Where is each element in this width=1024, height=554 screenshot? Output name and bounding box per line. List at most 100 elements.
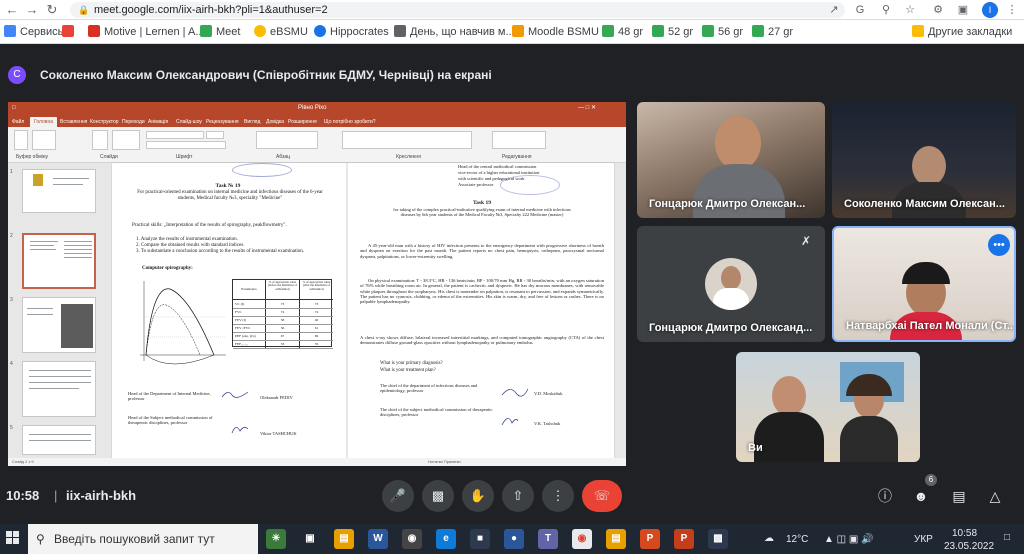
slide-thumbnail[interactable]: [22, 425, 96, 455]
bookmark-52gr[interactable]: 52 gr: [652, 24, 693, 40]
bookmark-meet[interactable]: Meet: [200, 24, 240, 40]
notes-comments[interactable]: Нотатки Примітки: [428, 458, 461, 466]
tab-slideshow[interactable]: Слайд-шоу: [176, 117, 202, 127]
paste-icon[interactable]: [14, 130, 28, 150]
table-cell: 73: [314, 302, 319, 306]
tab-design[interactable]: Конструктор: [90, 117, 119, 127]
tab-view[interactable]: Вигляд: [244, 117, 260, 127]
participant-tile[interactable]: Гонцарюк Дмитро Олексан...: [637, 102, 825, 218]
activities-button[interactable]: △: [984, 485, 1006, 507]
slide-canvas[interactable]: Task № 19 For practical-oriented examina…: [112, 163, 614, 458]
language-indicator[interactable]: УКР: [914, 534, 933, 545]
camera-button[interactable]: ▩: [422, 480, 454, 512]
teams-icon[interactable]: T: [538, 529, 558, 549]
apps-icon: [4, 25, 16, 37]
bookmark-star-icon[interactable]: ☆: [902, 2, 918, 18]
translate-icon[interactable]: G: [852, 2, 868, 18]
reload-icon[interactable]: ↻: [44, 2, 60, 18]
participant-body: [840, 416, 898, 462]
signature-image: [501, 418, 519, 426]
window-controls-icon[interactable]: — □ ✕: [578, 102, 596, 115]
taskbar-app-icon[interactable]: ●: [504, 529, 524, 549]
menu-icon[interactable]: ⋮: [1004, 2, 1020, 18]
self-view-tile[interactable]: Ви: [736, 352, 920, 462]
tab-review[interactable]: Рецензування: [206, 117, 239, 127]
zoom-icon[interactable]: ⚲: [878, 2, 894, 18]
taskbar-app-icon[interactable]: ▤: [606, 529, 626, 549]
bookmark-services[interactable]: Сервисы: [4, 24, 66, 40]
share-icon[interactable]: ↗: [826, 2, 842, 18]
slide-thumbnail[interactable]: [22, 361, 96, 417]
tab-help[interactable]: Довідка: [266, 117, 284, 127]
people-icon: ☻: [913, 488, 929, 504]
present-button[interactable]: ⇧: [502, 480, 534, 512]
participant-tile-active[interactable]: ••• Натварбхаі Пател Монали (Ст...: [832, 226, 1016, 342]
bookmark-hippocrates[interactable]: Hippocrates: [314, 24, 389, 40]
tray-icons[interactable]: ▲ ◫ ▣ 🔊: [824, 534, 874, 545]
extensions-icon[interactable]: ⚙: [930, 2, 946, 18]
tell-me-box[interactable]: Що потрібно зробити?: [324, 117, 376, 127]
participant-tile[interactable]: ✗ Гонцарюк Дмитро Олександ...: [637, 226, 825, 342]
slide-thumbnail[interactable]: [22, 297, 96, 353]
font-size-select[interactable]: [206, 131, 224, 139]
file-explorer-icon[interactable]: ▤: [334, 529, 354, 549]
drawing-shapes[interactable]: [342, 131, 472, 149]
sidebar-icon[interactable]: ▣: [955, 2, 971, 18]
slide-thumbnail[interactable]: [22, 169, 96, 213]
taskbar-app-icon[interactable]: ◉: [402, 529, 422, 549]
taskbar-app-icon[interactable]: ☀: [266, 529, 286, 549]
tab-extensions[interactable]: Розширення: [288, 117, 317, 127]
bookmark-ebsmu[interactable]: eBSMU: [254, 24, 308, 40]
powerpoint-icon[interactable]: P: [674, 529, 694, 549]
leave-call-button[interactable]: ☏: [582, 480, 622, 512]
bookmark-motive[interactable]: Motive | Lernen | A...: [88, 24, 205, 40]
people-button[interactable]: ☻: [910, 485, 932, 507]
paragraph-tools[interactable]: [256, 131, 318, 149]
tab-insert[interactable]: Вставлення: [60, 117, 87, 127]
meeting-details-button[interactable]: ⓘ: [874, 485, 896, 507]
tray-clock-time[interactable]: 10:58: [952, 528, 977, 539]
tab-animations[interactable]: Анімація: [148, 117, 168, 127]
forward-icon[interactable]: →: [24, 2, 40, 18]
tab-file[interactable]: Файл: [12, 117, 24, 127]
new-slide-icon[interactable]: [92, 130, 108, 150]
taskbar-app-icon[interactable]: ■: [470, 529, 490, 549]
save-icon[interactable]: □: [12, 102, 20, 115]
taskbar-app-icon[interactable]: ▩: [708, 529, 728, 549]
clipboard-tools[interactable]: [32, 130, 56, 150]
chat-button[interactable]: ▤: [948, 485, 970, 507]
tab-transitions[interactable]: Переходи: [122, 117, 145, 127]
font-format-tools[interactable]: [146, 141, 226, 149]
edge-icon[interactable]: e: [436, 529, 456, 549]
more-options-button[interactable]: ⋮: [542, 480, 574, 512]
bookmark-moodle[interactable]: Moodle BSMU: [512, 24, 599, 40]
microphone-button[interactable]: 🎤: [382, 480, 414, 512]
notifications-icon[interactable]: □: [1004, 532, 1010, 543]
more-options-icon[interactable]: •••: [988, 234, 1010, 256]
bookmark-48gr[interactable]: 48 gr: [602, 24, 643, 40]
taskbar-app-icon[interactable]: P: [640, 529, 660, 549]
task-view-icon[interactable]: ▣: [300, 529, 320, 549]
weather-temp[interactable]: 12°C: [786, 534, 808, 545]
address-bar[interactable]: 🔒 meet.google.com/iix-airh-bkh?pli=1&aut…: [70, 2, 845, 18]
profile-avatar[interactable]: I: [982, 2, 998, 18]
editing-tools[interactable]: [492, 131, 546, 149]
slide-layout-tools[interactable]: [112, 130, 140, 150]
tray-clock-date[interactable]: 23.05.2022: [944, 541, 994, 552]
taskbar-search-box[interactable]: ⚲ Введіть пошуковий запит тут: [28, 524, 258, 554]
raise-hand-button[interactable]: ✋: [462, 480, 494, 512]
slide-thumbnail-selected[interactable]: [22, 233, 96, 289]
font-name-select[interactable]: [146, 131, 204, 139]
bookmark-other[interactable]: Другие закладки: [912, 24, 1012, 40]
shared-screen[interactable]: □ Рівно Ріхо — □ ✕ Файл Головна Вставлен…: [8, 102, 626, 466]
word-icon[interactable]: W: [368, 529, 388, 549]
bookmark-56gr[interactable]: 56 gr: [702, 24, 743, 40]
participant-tile[interactable]: Соколенко Максим Олексан...: [832, 102, 1016, 218]
windows-start-icon[interactable]: [6, 531, 20, 545]
bookmark-gmail[interactable]: [62, 24, 78, 40]
tab-home[interactable]: Головна: [30, 117, 57, 127]
chrome-icon[interactable]: ◉: [572, 529, 592, 549]
back-icon[interactable]: ←: [4, 2, 20, 18]
bookmark-27gr[interactable]: 27 gr: [752, 24, 793, 40]
bookmark-day[interactable]: День, що навчив м...: [394, 24, 515, 40]
